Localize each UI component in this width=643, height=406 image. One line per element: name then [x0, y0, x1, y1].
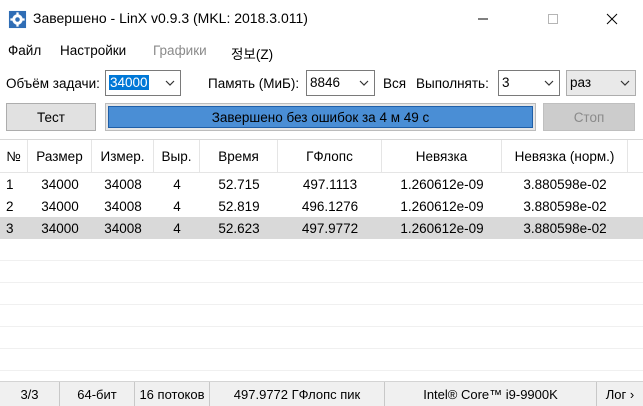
status-cpu-model: Intel® Core™ i9-9900K	[385, 382, 597, 406]
progress-status-text: Завершено без ошибок за 4 м 49 с	[211, 109, 430, 125]
task-size-combo[interactable]: 34000	[105, 70, 181, 96]
maximize-icon	[548, 14, 558, 24]
close-button[interactable]	[589, 0, 635, 38]
task-size-value: 34000	[109, 75, 149, 90]
run-count-value: 3	[502, 75, 510, 90]
chevron-down-icon	[359, 80, 369, 86]
cell-residual: 1.260612e-09	[400, 198, 484, 214]
cell-residual: 1.260612e-09	[400, 220, 484, 236]
stop-button[interactable]: Стоп	[543, 103, 635, 131]
progress-bar: Завершено без ошибок за 4 м 49 с	[105, 103, 536, 131]
cell-dimension: 34008	[104, 220, 142, 236]
menu-info[interactable]: 정보(Z)	[231, 43, 273, 63]
memory-value: 8846	[310, 75, 341, 90]
cell-residual-norm: 3.880598e-02	[523, 198, 607, 214]
cell-number: 3	[6, 220, 14, 236]
column-header-residual[interactable]: Невязка	[382, 140, 502, 173]
status-threads: 16 потоков	[135, 382, 210, 406]
table-row-selected[interactable]: 3 34000 34008 4 52.623 497.9772 1.260612…	[0, 217, 643, 239]
memory-label: Память (МиБ):	[208, 76, 300, 91]
row-divider	[0, 304, 643, 305]
column-header-residual-norm[interactable]: Невязка (норм.)	[502, 140, 628, 173]
run-unit-combo[interactable]: раз	[566, 70, 636, 96]
status-peak-gflops: 497.9772 ГФлопс пик	[210, 382, 385, 406]
column-header-gflops[interactable]: ГФлопс	[278, 140, 382, 173]
all-memory-label[interactable]: Вся	[383, 76, 406, 91]
column-header-alignment[interactable]: Выр.	[154, 140, 200, 173]
cell-size: 34000	[41, 220, 79, 236]
test-button[interactable]: Тест	[6, 103, 96, 131]
column-header-number[interactable]: №	[0, 140, 28, 173]
status-run-progress: 3/3	[0, 382, 60, 406]
row-divider	[0, 348, 643, 349]
cell-gflops: 497.9772	[301, 220, 359, 236]
run-unit-value: раз	[570, 75, 592, 90]
table-header: № Размер Измер. Выр. Время ГФлопс Невязк…	[0, 140, 643, 173]
cell-number: 2	[6, 198, 14, 214]
cell-gflops: 496.1276	[301, 198, 359, 214]
cell-time: 52.623	[218, 220, 260, 236]
menu-bar: Файл Настройки Графики 정보(Z)	[0, 38, 643, 63]
close-icon	[606, 13, 618, 25]
task-size-label: Объём задачи:	[6, 76, 100, 91]
gear-icon	[8, 10, 27, 29]
cell-time: 52.715	[218, 176, 260, 192]
log-button[interactable]: Лог ›	[597, 382, 643, 406]
cell-size: 34000	[41, 198, 79, 214]
memory-combo[interactable]: 8846	[306, 70, 375, 96]
run-count-label: Выполнять:	[416, 76, 489, 91]
title-bar: Завершено - LinX v0.9.3 (MKL: 2018.3.011…	[0, 0, 643, 38]
cell-alignment: 4	[173, 176, 181, 192]
menu-graphs[interactable]: Графики	[153, 43, 207, 58]
cell-size: 34000	[41, 176, 79, 192]
cell-alignment: 4	[173, 198, 181, 214]
cell-number: 1	[6, 176, 14, 192]
cell-residual-norm: 3.880598e-02	[523, 220, 607, 236]
column-header-size[interactable]: Размер	[28, 140, 92, 173]
chevron-down-icon	[165, 80, 175, 86]
menu-file[interactable]: Файл	[8, 43, 41, 58]
table-row[interactable]: 2 34000 34008 4 52.819 496.1276 1.260612…	[0, 195, 643, 217]
column-header-time[interactable]: Время	[200, 140, 278, 173]
menu-settings[interactable]: Настройки	[60, 43, 126, 58]
row-divider	[0, 326, 643, 327]
run-count-combo[interactable]: 3	[498, 70, 560, 96]
cell-dimension: 34008	[104, 176, 142, 192]
cell-gflops: 497.1113	[302, 176, 358, 192]
column-header-dimension[interactable]: Измер.	[92, 140, 154, 173]
chevron-down-icon	[620, 80, 630, 86]
chevron-down-icon	[544, 80, 554, 86]
status-bar: 3/3 64-бит 16 потоков 497.9772 ГФлопс пи…	[0, 381, 643, 406]
cell-residual-norm: 3.880598e-02	[523, 176, 607, 192]
table-row[interactable]: 1 34000 34008 4 52.715 497.1113 1.260612…	[0, 173, 643, 195]
cell-time: 52.819	[218, 198, 260, 214]
cell-dimension: 34008	[104, 198, 142, 214]
results-table: № Размер Измер. Выр. Время ГФлопс Невязк…	[0, 139, 643, 379]
maximize-button[interactable]	[530, 0, 576, 38]
window-title: Завершено - LinX v0.9.3 (MKL: 2018.3.011…	[33, 10, 308, 26]
cell-residual: 1.260612e-09	[400, 176, 484, 192]
status-bitness: 64-бит	[60, 382, 135, 406]
row-divider	[0, 282, 643, 283]
row-divider	[0, 260, 643, 261]
minimize-icon	[478, 18, 488, 20]
minimize-button[interactable]	[460, 0, 506, 38]
cell-alignment: 4	[173, 220, 181, 236]
row-divider	[0, 370, 643, 371]
